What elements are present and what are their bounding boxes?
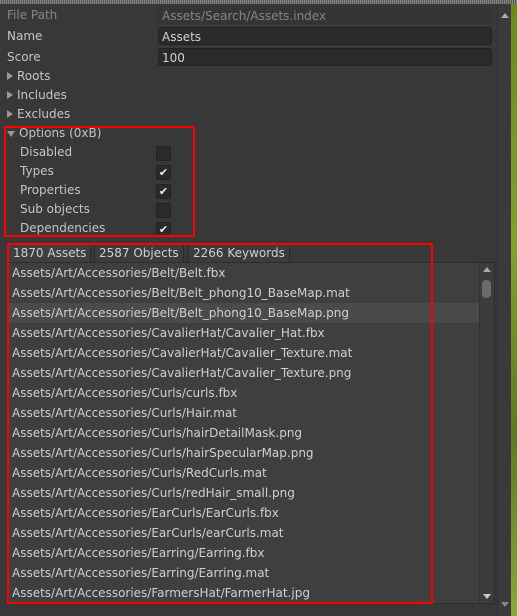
excludes-foldout[interactable]: Excludes [7,105,70,124]
tab-keywords[interactable]: 2266 Keywords [188,243,290,263]
triangle-down-icon [7,131,15,137]
roots-label: Roots [17,69,51,83]
option-label: Types [20,164,54,178]
includes-label: Includes [17,88,67,102]
inspector-scrollbar[interactable] [497,4,511,616]
list-item[interactable]: Assets/Art/Accessories/Curls/hairSpecula… [8,443,484,463]
list-item[interactable]: Assets/Art/Accessories/EarCurls/earCurls… [8,523,484,543]
option-label: Properties [20,183,81,197]
scroll-down-icon[interactable] [483,594,491,599]
list-item[interactable]: Assets/Art/Accessories/CavalierHat/Caval… [8,323,484,343]
name-field[interactable]: Assets [158,27,492,45]
score-label: Score [7,50,41,64]
list-item[interactable]: Assets/Art/Accessories/CavalierHat/Caval… [8,363,484,383]
file-path-label: File Path [7,8,58,22]
options-label: Options (0xB) [19,126,102,140]
option-checkbox[interactable] [156,146,171,161]
checkmark-icon: ✔ [158,223,169,236]
list-item[interactable]: Assets/Art/Accessories/FarmersHat/Farmer… [8,583,484,603]
option-checkbox[interactable]: ✔ [156,165,171,180]
list-item[interactable]: Assets/Art/Accessories/EarCurls/EarCurls… [8,503,484,523]
checkmark-icon: ✔ [158,185,169,198]
list-scrollbar[interactable] [479,263,494,603]
includes-foldout[interactable]: Includes [7,86,67,105]
score-field[interactable]: 100 [158,48,492,66]
triangle-right-icon [7,91,13,99]
list-item[interactable]: Assets/Art/Accessories/Curls/hairDetailM… [8,423,484,443]
name-label: Name [7,29,43,43]
list-item[interactable]: Assets/Art/Accessories/Belt/Belt.fbx [8,263,484,283]
list-item[interactable]: Assets/Art/Accessories/Curls/curls.fbx [8,383,484,403]
scroll-up-icon[interactable] [501,13,509,18]
asset-list[interactable]: Assets/Art/Accessories/Belt/Belt.fbx Asse… [7,262,495,604]
list-item[interactable]: Assets/Art/Accessories/Curls/Hair.mat [8,403,484,423]
file-path-field: Assets/Search/Assets.index [158,6,492,24]
list-item[interactable]: Assets/Art/Accessories/Belt/Belt_phong10… [8,303,484,323]
window-top-edge [0,0,517,4]
list-item[interactable]: Assets/Art/Accessories/Curls/RedCurls.ma… [8,463,484,483]
option-checkbox[interactable]: ✔ [156,184,171,199]
list-item[interactable]: Assets/Art/Accessories/Curls/redHair_sma… [8,483,484,503]
option-checkbox[interactable] [156,203,171,218]
list-item[interactable]: Assets/Art/Accessories/Earring/Earring.m… [8,563,484,583]
tab-assets[interactable]: 1870 Assets [8,243,92,263]
scene-view-strip [510,4,517,616]
option-label: Disabled [20,145,73,159]
list-item[interactable]: Assets/Art/Accessories/CavalierHat/Caval… [8,343,484,363]
scrollbar-thumb[interactable] [482,280,491,298]
option-label: Dependencies [20,221,106,235]
options-foldout[interactable]: Options (0xB) [7,124,101,143]
list-item[interactable]: Assets/Art/Accessories/Belt/Belt_phong10… [8,283,484,303]
tab-objects[interactable]: 2587 Objects [94,243,184,263]
scroll-up-icon[interactable] [483,267,491,272]
checkmark-icon: ✔ [158,166,169,179]
option-label: Sub objects [20,202,90,216]
triangle-right-icon [7,72,13,80]
scroll-down-icon[interactable] [501,602,509,607]
option-checkbox[interactable]: ✔ [156,222,171,237]
roots-foldout[interactable]: Roots [7,67,50,86]
excludes-label: Excludes [17,107,71,121]
triangle-right-icon [7,110,13,118]
list-item[interactable]: Assets/Art/Accessories/Earring/Earring.f… [8,543,484,563]
